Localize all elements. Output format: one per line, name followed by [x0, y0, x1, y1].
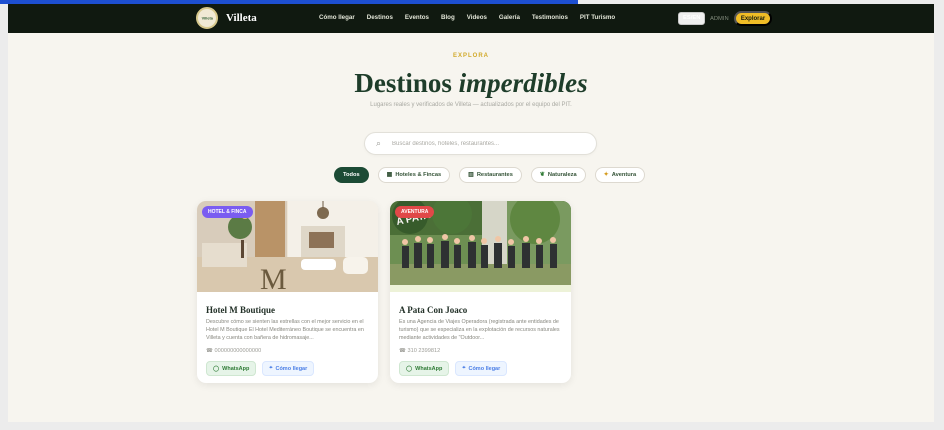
- explore-button[interactable]: Explorar: [734, 11, 772, 26]
- nav-link-galeria[interactable]: Galería: [499, 14, 520, 21]
- restaurant-icon: ▥: [468, 172, 474, 178]
- filter-label: Aventura: [611, 172, 637, 178]
- card-actions: ◯ WhatsApp ⌖ Cómo llegar: [206, 361, 315, 376]
- directions-label: Cómo llegar: [275, 365, 308, 372]
- location-pin-icon: ⌖: [269, 365, 273, 371]
- browser-page: Villeta Villeta Cómo llegar Destinos Eve…: [0, 0, 944, 430]
- page-subtitle: Lugares reales y verificados de Villeta …: [370, 102, 572, 108]
- filter-label: Todos: [343, 172, 360, 178]
- filter-todos[interactable]: Todos: [334, 167, 369, 183]
- nav-link-blog[interactable]: Blog: [441, 14, 455, 21]
- filter-restaurantes[interactable]: ▥ Restaurantes: [459, 167, 522, 183]
- nav-link-videos[interactable]: Videos: [467, 14, 487, 21]
- destinations-page: EXPLORA Destinos imperdibles Lugares rea…: [8, 33, 934, 422]
- filter-aventura[interactable]: ✦ Aventura: [594, 167, 646, 183]
- directions-button[interactable]: ⌖ Cómo llegar: [262, 361, 315, 376]
- whatsapp-button[interactable]: ◯ WhatsApp: [206, 361, 257, 376]
- whatsapp-label: WhatsApp: [415, 365, 443, 372]
- card-actions: ◯ WhatsApp ⌖ Cómo llegar: [399, 361, 508, 376]
- language-toggle[interactable]: ES/EN: [678, 12, 706, 25]
- brand-name: Villeta: [226, 12, 257, 24]
- location-pin-icon: ⌖: [462, 365, 466, 371]
- spark-icon: ✦: [603, 172, 609, 178]
- nav-link-testimonios[interactable]: Testimonios: [532, 14, 568, 21]
- category-filters: Todos ▦ Hoteles & Fincas ▥ Restaurantes …: [334, 167, 646, 183]
- category-badge: HOTEL & FINCA: [202, 206, 253, 218]
- svg-text:M: M: [260, 263, 287, 292]
- admin-link[interactable]: ADMIN: [710, 16, 729, 22]
- page-title: Destinos imperdibles: [8, 68, 934, 99]
- leaf-icon: ❦: [539, 172, 545, 178]
- title-main: Destinos: [354, 68, 452, 98]
- search-icon: ⌕: [376, 138, 382, 148]
- destination-card[interactable]: M HOTEL & FINCA Hotel M Boutique Descubr…: [197, 201, 378, 383]
- category-badge: AVENTURA: [395, 206, 435, 218]
- search-box[interactable]: ⌕: [364, 132, 597, 155]
- whatsapp-icon: ◯: [406, 365, 413, 372]
- whatsapp-button[interactable]: ◯ WhatsApp: [399, 361, 450, 376]
- top-navigation: Villeta Villeta Cómo llegar Destinos Eve…: [8, 4, 934, 33]
- hotel-image: M HOTEL & FINCA: [197, 201, 378, 292]
- filter-naturaleza[interactable]: ❦ Naturaleza: [530, 167, 586, 183]
- brand[interactable]: Villeta Villeta: [196, 7, 257, 29]
- phone-info: ☎ 000000000000000: [206, 348, 261, 354]
- card-title[interactable]: Hotel M Boutique: [206, 305, 275, 315]
- building-icon: ▦: [386, 172, 393, 178]
- villeta-logo: Villeta: [196, 7, 218, 29]
- phone-number: 310 2399812: [407, 348, 441, 354]
- phone-icon: ☎: [206, 348, 213, 354]
- card-title[interactable]: A Pata Con Joaco: [399, 305, 467, 315]
- nav-link-destinos[interactable]: Destinos: [367, 14, 393, 21]
- whatsapp-icon: ◯: [213, 365, 220, 372]
- phone-info: ☎ 310 2399812: [399, 348, 440, 354]
- nav-link-como-llegar[interactable]: Cómo llegar: [319, 14, 355, 21]
- nav-link-pit-turismo[interactable]: PIT Turismo: [580, 14, 615, 21]
- main-menu: Cómo llegar Destinos Eventos Blog Videos…: [319, 14, 615, 21]
- logo-text: Villeta: [201, 16, 213, 20]
- whatsapp-label: WhatsApp: [222, 365, 250, 372]
- filter-label: Naturaleza: [547, 172, 577, 178]
- directions-label: Cómo llegar: [468, 365, 501, 372]
- phone-number: 000000000000000: [214, 348, 262, 354]
- section-kicker: EXPLORA: [452, 53, 489, 59]
- title-italic: imperdibles: [458, 68, 588, 98]
- filter-label: Hoteles & Fincas: [395, 172, 442, 178]
- filter-label: Restaurantes: [476, 172, 513, 178]
- directions-button[interactable]: ⌖ Cómo llegar: [455, 361, 508, 376]
- destination-card[interactable]: A PATA AVENTURA A Pata Con Joaco Es una …: [390, 201, 571, 383]
- card-description: Es una Agencia de Viajes Operadora (regi…: [399, 319, 560, 341]
- search-input[interactable]: [392, 138, 587, 150]
- adventure-image: A PATA AVENTURA: [390, 201, 571, 292]
- card-description: Descubre cómo se sienten las estrellas c…: [206, 319, 364, 341]
- filter-hoteles-fincas[interactable]: ▦ Hoteles & Fincas: [377, 167, 451, 183]
- nav-link-eventos[interactable]: Eventos: [405, 14, 429, 21]
- phone-icon: ☎: [399, 348, 406, 354]
